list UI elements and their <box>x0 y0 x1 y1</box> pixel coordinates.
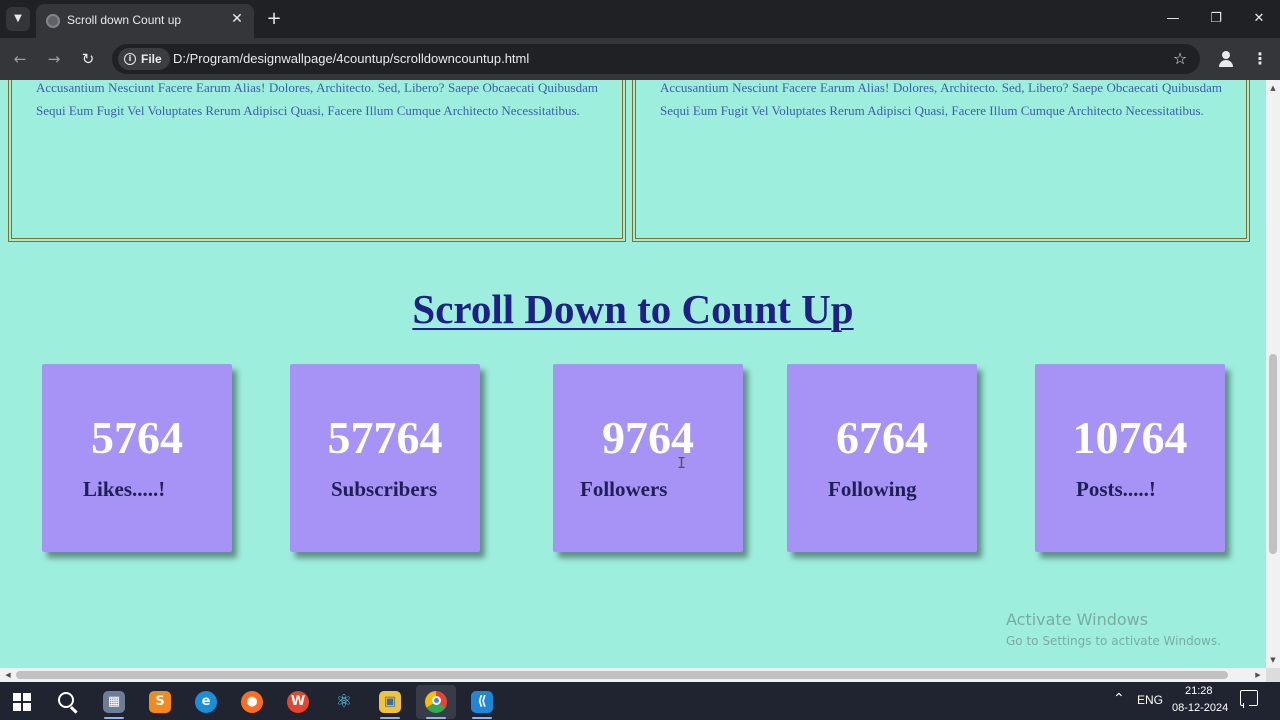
tab-strip: ▼ Scroll down Count up ✕ + — ❐ ✕ <box>0 0 1280 38</box>
new-tab-button[interactable]: + <box>263 8 285 30</box>
clock-date[interactable]: 08-12-2024 <box>1172 702 1228 714</box>
language-indicator[interactable]: ENG <box>1137 693 1163 707</box>
page-heading-text: Scroll Down to Count Up <box>412 286 854 332</box>
windows-taskbar: ▦ S e ● W ⚛ ▣ ⟪ ⌃ ENG 21:28 08-12-2024 <box>0 682 1280 720</box>
tray-chevron-icon[interactable]: ⌃ <box>1113 690 1125 707</box>
stat-label: Posts.....! <box>1076 477 1156 501</box>
activate-windows-watermark: Activate Windows Go to Settings to activ… <box>1006 610 1221 652</box>
tab-search-button[interactable]: ▼ <box>6 7 30 31</box>
wps-office-icon[interactable]: W <box>278 685 318 719</box>
restore-button[interactable]: ❐ <box>1203 8 1229 30</box>
scroll-down-icon[interactable]: ▼ <box>1266 654 1280 666</box>
site-chip-label: File <box>141 52 162 66</box>
scroll-up-icon[interactable]: ▲ <box>1266 82 1280 94</box>
chrome-icon[interactable] <box>416 685 456 719</box>
globe-icon <box>46 14 60 28</box>
tab-active[interactable]: Scroll down Count up ✕ <box>36 4 254 38</box>
start-icon[interactable] <box>2 685 42 719</box>
close-window-button[interactable]: ✕ <box>1246 8 1272 30</box>
stat-label: Following <box>828 477 917 501</box>
horizontal-scroll-thumb[interactable] <box>16 671 1228 679</box>
site-info-chip[interactable]: i File <box>118 48 170 70</box>
reload-button[interactable]: ↻ <box>76 47 100 71</box>
page-heading: Scroll Down to Count Up <box>0 285 1266 333</box>
scroll-right-icon[interactable]: ▶ <box>1252 668 1264 682</box>
stat-card-followers: 9764 Followers <box>553 364 743 552</box>
stat-label: Subscribers <box>331 477 438 501</box>
react-icon[interactable]: ⚛ <box>324 685 364 719</box>
search-icon[interactable] <box>48 685 88 719</box>
tab-close-icon[interactable]: ✕ <box>228 10 246 28</box>
info-icon: i <box>124 53 136 65</box>
back-button[interactable]: ← <box>8 47 32 71</box>
vscode-icon[interactable]: ⟪ <box>462 685 502 719</box>
sublime-text-icon[interactable]: S <box>140 685 180 719</box>
text-card: Accusantium Nesciunt Facere Earum Alias!… <box>632 80 1250 242</box>
page-viewport: Accusantium Nesciunt Facere Earum Alias!… <box>0 80 1266 668</box>
stat-label: Likes.....! <box>83 477 166 501</box>
stat-card-posts: 10764 Posts.....! <box>1035 364 1225 552</box>
file-manager-icon[interactable]: ▦ <box>94 685 134 719</box>
stat-value: 9764 <box>602 412 694 463</box>
browser-toolbar: ← → ↻ i File D:/Program/designwallpage/4… <box>0 38 1280 80</box>
vertical-scroll-thumb[interactable] <box>1269 354 1277 554</box>
watermark-subtitle: Go to Settings to activate Windows. <box>1006 634 1221 648</box>
stat-value: 10764 <box>1072 412 1188 463</box>
stat-card-following: 6764 Following <box>787 364 977 552</box>
tab-title: Scroll down Count up <box>67 13 182 27</box>
bookmark-star-icon[interactable]: ☆ <box>1168 47 1192 71</box>
stat-value: 6764 <box>836 412 928 463</box>
firefox-icon[interactable]: ● <box>232 685 272 719</box>
forward-button[interactable]: → <box>42 47 66 71</box>
notification-icon[interactable] <box>1240 690 1258 708</box>
card-paragraph: Accusantium Nesciunt Facere Earum Alias!… <box>660 80 1222 118</box>
clock-time[interactable]: 21:28 <box>1185 685 1213 697</box>
stat-value: 57764 <box>327 412 443 463</box>
scroll-left-icon[interactable]: ◀ <box>2 668 14 682</box>
scrollbar-corner <box>1266 668 1280 682</box>
browser-menu-icon[interactable]: ⋮ <box>1248 47 1272 71</box>
card-paragraph: Accusantium Nesciunt Facere Earum Alias!… <box>36 80 598 118</box>
address-bar[interactable]: i File D:/Program/designwallpage/4countu… <box>112 44 1200 74</box>
stat-card-likes: 5764 Likes.....! <box>42 364 232 552</box>
horizontal-scrollbar[interactable]: ◀ ▶ <box>0 668 1266 682</box>
url-text[interactable]: D:/Program/designwallpage/4countup/scrol… <box>173 51 529 66</box>
watermark-title: Activate Windows <box>1006 610 1149 629</box>
text-cursor-icon: I <box>677 454 687 472</box>
vertical-scrollbar[interactable]: ▲ ▼ <box>1266 80 1280 668</box>
stat-value: 5764 <box>91 412 183 463</box>
minimize-button[interactable]: — <box>1160 8 1186 30</box>
text-card: Accusantium Nesciunt Facere Earum Alias!… <box>8 80 626 242</box>
profile-icon[interactable] <box>1214 47 1238 71</box>
stat-card-subscribers: 57764 Subscribers <box>290 364 480 552</box>
stat-label: Followers <box>580 477 668 501</box>
edge-icon[interactable]: e <box>186 685 226 719</box>
file-explorer-icon[interactable]: ▣ <box>370 685 410 719</box>
